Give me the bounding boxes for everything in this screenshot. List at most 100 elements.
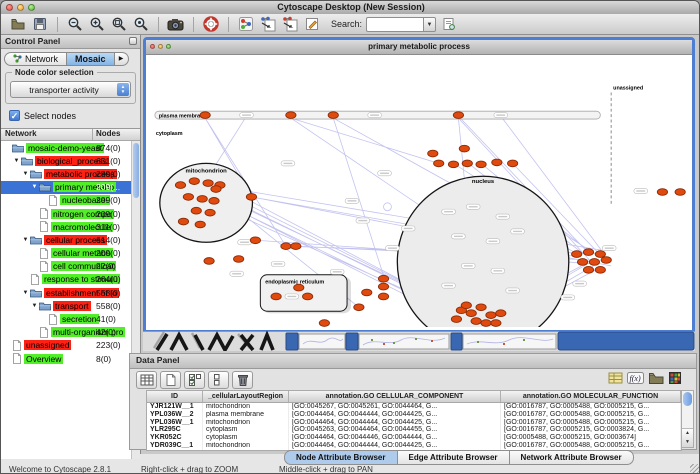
vizmapper-icon[interactable] bbox=[237, 15, 255, 33]
tree-row[interactable]: unassigned223(0) bbox=[1, 339, 132, 352]
tree-row[interactable]: nitrogen compo209(0) bbox=[1, 207, 132, 220]
disclosure-triangle-icon[interactable]: ▼ bbox=[21, 290, 30, 296]
tree-row-node-count: 614(0) bbox=[96, 235, 121, 245]
table-cell: [GO:0044464, GO:0044444, GO:0044425, G..… bbox=[289, 442, 501, 450]
col-cellular-component: annotation.GO CELLULAR_COMPONENT bbox=[289, 391, 501, 402]
formula-table-icon[interactable] bbox=[608, 371, 623, 390]
mitochondrion-region bbox=[160, 163, 253, 242]
tree-row[interactable]: response to stimulu264(0) bbox=[1, 273, 132, 286]
network-canvas[interactable]: plasma membrane cytoplasm mitochondrion … bbox=[146, 55, 692, 327]
tab-edge-attribute-browser[interactable]: Edge Attribute Browser bbox=[398, 450, 510, 465]
tree-row[interactable]: macromolecule311(0) bbox=[1, 220, 132, 233]
folder-icon bbox=[39, 301, 51, 311]
search-options-icon[interactable] bbox=[440, 15, 458, 33]
background-frames-strip[interactable] bbox=[143, 331, 695, 351]
search-dropdown-button[interactable]: ▼ bbox=[423, 17, 436, 32]
tree-scrollbar-thumb[interactable] bbox=[133, 143, 139, 198]
control-panel-title: Control Panel bbox=[5, 36, 60, 46]
import-network-icon[interactable] bbox=[259, 15, 277, 33]
float-panel-icon[interactable] bbox=[129, 37, 137, 45]
zoom-selected-icon[interactable] bbox=[132, 15, 150, 33]
tree-row[interactable]: ▼primary metabo209(... bbox=[1, 181, 132, 194]
import-attribute-file-icon[interactable] bbox=[648, 371, 664, 390]
table-cell: YKR052C bbox=[147, 434, 203, 442]
table-scrollbar-thumb[interactable] bbox=[683, 392, 692, 406]
new-attribute-button[interactable] bbox=[160, 371, 181, 389]
select-attributes-button[interactable] bbox=[184, 371, 205, 389]
table-row[interactable]: YLR295Ccytoplasm[GO:0045263, GO:0044464,… bbox=[147, 426, 681, 434]
tree-row[interactable]: ▼cellular process614(0) bbox=[1, 233, 132, 246]
tree-row[interactable]: secretion41(0) bbox=[1, 312, 132, 325]
tree-row[interactable]: multi-organism pro42(0) bbox=[1, 326, 132, 339]
table-cell: [GO:0016787, GO:0005488, GO:0005215, G..… bbox=[501, 403, 681, 411]
data-panel-right-icons: f(x) bbox=[608, 371, 682, 390]
tree-row[interactable]: Overview8(0) bbox=[1, 352, 132, 365]
open-icon[interactable] bbox=[9, 15, 27, 33]
tree-row[interactable]: cellular metabo209(0) bbox=[1, 247, 132, 260]
annotation-icon[interactable] bbox=[303, 15, 321, 33]
zoom-fit-icon[interactable] bbox=[110, 15, 128, 33]
save-icon[interactable] bbox=[31, 15, 49, 33]
matrix-icon[interactable] bbox=[668, 371, 682, 390]
tree-row[interactable]: mosaic-demo-yeast874(0) bbox=[1, 141, 132, 154]
tab-mosaic[interactable]: Mosaic bbox=[67, 52, 115, 66]
disclosure-triangle-icon[interactable]: ▼ bbox=[30, 303, 39, 309]
search-label: Search: bbox=[331, 19, 362, 29]
table-row[interactable]: YJR121W__1mitochondrion[GO:0045267, GO:0… bbox=[147, 403, 681, 411]
network-tab-icon bbox=[13, 54, 22, 63]
select-nodes-checkbox[interactable]: ✓ bbox=[9, 110, 20, 121]
disclosure-triangle-icon[interactable]: ▼ bbox=[21, 237, 30, 243]
attribute-table-button[interactable] bbox=[136, 371, 157, 389]
tab-overflow-button[interactable]: ▶ bbox=[115, 52, 129, 66]
disclosure-triangle-icon[interactable]: ▼ bbox=[12, 158, 21, 164]
node-color-dropdown[interactable]: transporter activity ▲▼ bbox=[10, 81, 131, 98]
table-cell: [GO:0044464, GO:0044444, GO:0044425, G..… bbox=[289, 419, 501, 427]
table-row[interactable]: YDR039C__1mitochondrion[GO:0044464, GO:0… bbox=[147, 442, 681, 450]
unassigned-label: unassigned bbox=[613, 85, 643, 91]
tree-row-node-count: 42(0) bbox=[96, 327, 116, 337]
table-scrollbar-arrows[interactable]: ▲▼ bbox=[682, 428, 693, 447]
unselect-attributes-button[interactable] bbox=[208, 371, 229, 389]
tree-row-node-count: 311(0) bbox=[96, 222, 120, 232]
zoom-out-icon[interactable] bbox=[66, 15, 84, 33]
tab-node-attribute-browser[interactable]: Node Attribute Browser bbox=[284, 450, 398, 465]
disclosure-triangle-icon[interactable]: ▼ bbox=[21, 171, 30, 177]
import-attributes-icon[interactable] bbox=[281, 15, 299, 33]
table-row[interactable]: YPL036W__2plasma membrane[GO:0044464, GO… bbox=[147, 411, 681, 419]
network-view-frame[interactable]: primary metabolic process bbox=[143, 37, 695, 333]
network-graph: plasma membrane cytoplasm mitochondrion … bbox=[146, 55, 692, 327]
tab-network[interactable]: Network bbox=[4, 52, 67, 66]
table-cell: [GO:0045267, GO:0045261, GO:0044464, G..… bbox=[289, 403, 501, 411]
table-row[interactable]: YKR052Ccytoplasm[GO:0044464, GO:0044446,… bbox=[147, 434, 681, 442]
tree-row[interactable]: ▼establishment of lo558(0) bbox=[1, 286, 132, 299]
tab-network-attribute-browser[interactable]: Network Attribute Browser bbox=[510, 450, 634, 465]
tree-row[interactable]: cell communicat22(0) bbox=[1, 260, 132, 273]
table-cell: [GO:0044464, GO:0044444, GO:0044425, G..… bbox=[289, 411, 501, 419]
folder-icon bbox=[30, 288, 42, 298]
cytoplasm-label: cytoplasm bbox=[156, 131, 183, 137]
table-row[interactable]: YPL036W__1mitochondrion[GO:0044464, GO:0… bbox=[147, 419, 681, 427]
delete-attribute-button[interactable] bbox=[232, 371, 253, 389]
function-builder-icon[interactable]: f(x) bbox=[627, 371, 644, 390]
application-window: Cytoscape Desktop (New Session) Search: … bbox=[0, 0, 700, 474]
status-zoom-hint: Right-click + drag to ZOOM bbox=[141, 465, 238, 474]
tree-row[interactable]: nucleobase-209(0) bbox=[1, 194, 132, 207]
tree-header: Network Nodes bbox=[1, 129, 140, 141]
search-input[interactable] bbox=[366, 17, 423, 32]
select-nodes-label: Select nodes bbox=[24, 111, 76, 121]
tree-row[interactable]: ▼metabolic process280(0) bbox=[1, 167, 132, 180]
help-icon[interactable] bbox=[202, 15, 220, 33]
resize-grip[interactable] bbox=[690, 464, 700, 474]
disclosure-triangle-icon[interactable]: ▼ bbox=[30, 184, 39, 190]
file-icon bbox=[39, 208, 49, 219]
zoom-in-icon[interactable] bbox=[88, 15, 106, 33]
snapshot-icon[interactable] bbox=[167, 15, 185, 33]
tree-row[interactable]: ▼biological_process651(0) bbox=[1, 154, 132, 167]
tree-row[interactable]: ▼transport558(0) bbox=[1, 299, 132, 312]
network-frame-titlebar[interactable]: primary metabolic process bbox=[146, 40, 692, 55]
select-nodes-row: ✓ Select nodes bbox=[1, 104, 140, 125]
attribute-table-header[interactable]: ID _cellularLayoutRegion annotation.GO C… bbox=[147, 391, 681, 403]
table-scrollbar[interactable]: ▲▼ bbox=[682, 390, 694, 448]
table-cell: [GO:0044464, GO:0044446, GO:0044444, G..… bbox=[289, 434, 501, 442]
tree-row-node-count: 874(0) bbox=[96, 143, 121, 153]
